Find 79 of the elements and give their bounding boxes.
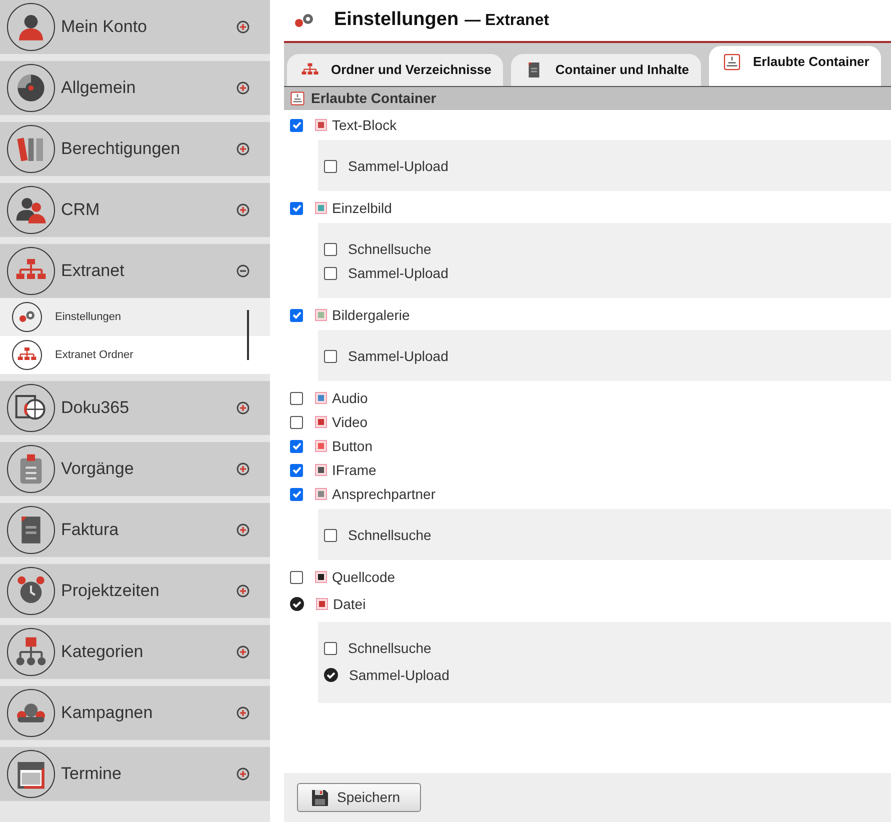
container-type-icon (315, 202, 327, 214)
container-type-icon (315, 571, 327, 583)
container-type-icon (315, 119, 327, 131)
container-icon (723, 53, 742, 71)
container-label: Datei (333, 594, 366, 614)
container-label: Ansprechpartner (332, 484, 436, 504)
hierarchy-icon (15, 636, 47, 668)
option-label: Schnellsuche (348, 526, 432, 544)
checkbox[interactable] (324, 160, 337, 172)
section-title: Erlaubte Container (311, 89, 436, 108)
checkbox[interactable] (290, 440, 303, 452)
sidebar-item[interactable]: CRM (0, 183, 270, 237)
container-type-icon (315, 392, 327, 404)
container-label: IFrame (332, 460, 376, 480)
expand-icon[interactable] (236, 706, 250, 720)
sidebar-item[interactable]: Vorgänge (0, 442, 270, 496)
option-label: Sammel-Upload (349, 666, 450, 685)
checkbox[interactable] (324, 242, 337, 256)
container-label: Audio (332, 388, 368, 408)
option-label: Sammel-Upload (348, 346, 448, 366)
checkbox[interactable] (290, 308, 303, 322)
expand-icon[interactable] (236, 584, 250, 598)
option-label: Sammel-Upload (348, 156, 448, 176)
container-type-icon (315, 309, 327, 321)
sidebar-item[interactable]: Faktura (0, 503, 270, 557)
container-label: Einzelbild (332, 198, 392, 218)
expand-icon[interactable] (236, 645, 250, 659)
container-label: Button (332, 436, 372, 456)
sidebar-item[interactable]: Berechtigungen (0, 122, 270, 176)
option-label: Sammel-Upload (348, 264, 448, 283)
sidebar-item[interactable]: Termine (0, 747, 270, 801)
collapse-icon[interactable] (236, 264, 250, 278)
container-type-icon (315, 488, 327, 500)
sidebar-item[interactable]: Kampagnen (0, 686, 270, 740)
container-label: Bildergalerie (332, 306, 410, 325)
sidebar-item[interactable]: Doku365 (0, 381, 270, 435)
submenu-item[interactable]: Extranet Ordner (0, 336, 270, 374)
disc-icon (15, 72, 47, 104)
checkbox[interactable] (290, 464, 303, 476)
expand-icon[interactable] (236, 81, 250, 95)
expand-icon[interactable] (236, 142, 250, 156)
save-button[interactable]: Speichern (297, 783, 422, 812)
checkbox[interactable] (290, 488, 303, 500)
checkbox[interactable] (290, 392, 303, 404)
expand-icon[interactable] (236, 203, 250, 217)
container-label: Text-Block (332, 116, 397, 134)
checkbox[interactable] (290, 570, 303, 584)
container-type-icon (315, 440, 327, 452)
sidebar-item[interactable]: Extranet (0, 244, 270, 298)
container-type-icon (315, 464, 327, 476)
option-label: Schnellsuche (348, 638, 432, 658)
submenu-item[interactable]: Einstellungen (0, 298, 270, 336)
option-label: Schnellsuche (348, 240, 432, 258)
expand-icon[interactable] (236, 401, 250, 415)
expand-icon[interactable] (236, 767, 250, 781)
page-title: Einstellungen (334, 8, 459, 32)
container-label: Video (332, 412, 368, 432)
checkbox[interactable] (324, 350, 337, 362)
expand-icon[interactable] (236, 523, 250, 537)
container-type-icon (316, 598, 328, 610)
container-type-icon (315, 416, 327, 428)
tab[interactable]: Container und Inhalte (511, 54, 702, 86)
sidebar-item[interactable]: Mein Konto (0, 0, 270, 54)
tab[interactable]: Erlaubte Container (709, 46, 882, 86)
checkbox[interactable] (290, 118, 303, 132)
sidebar-item[interactable]: Projektzeiten (0, 564, 270, 618)
checkbox[interactable] (324, 642, 337, 654)
checkbox[interactable] (290, 202, 303, 214)
expand-icon[interactable] (236, 462, 250, 476)
checkbox[interactable] (290, 416, 303, 428)
checkbox[interactable] (324, 266, 337, 280)
container-icon (290, 91, 305, 106)
checkbox[interactable] (324, 528, 337, 542)
container-label: Quellcode (332, 568, 396, 587)
sidebar-item[interactable]: Kategorien (0, 625, 270, 679)
page-context: — Extranet (464, 11, 550, 32)
expand-icon[interactable] (236, 20, 250, 34)
sidebar-item[interactable]: Allgemein (0, 61, 270, 115)
tab[interactable]: Ordner und Verzeichnisse (287, 54, 504, 86)
